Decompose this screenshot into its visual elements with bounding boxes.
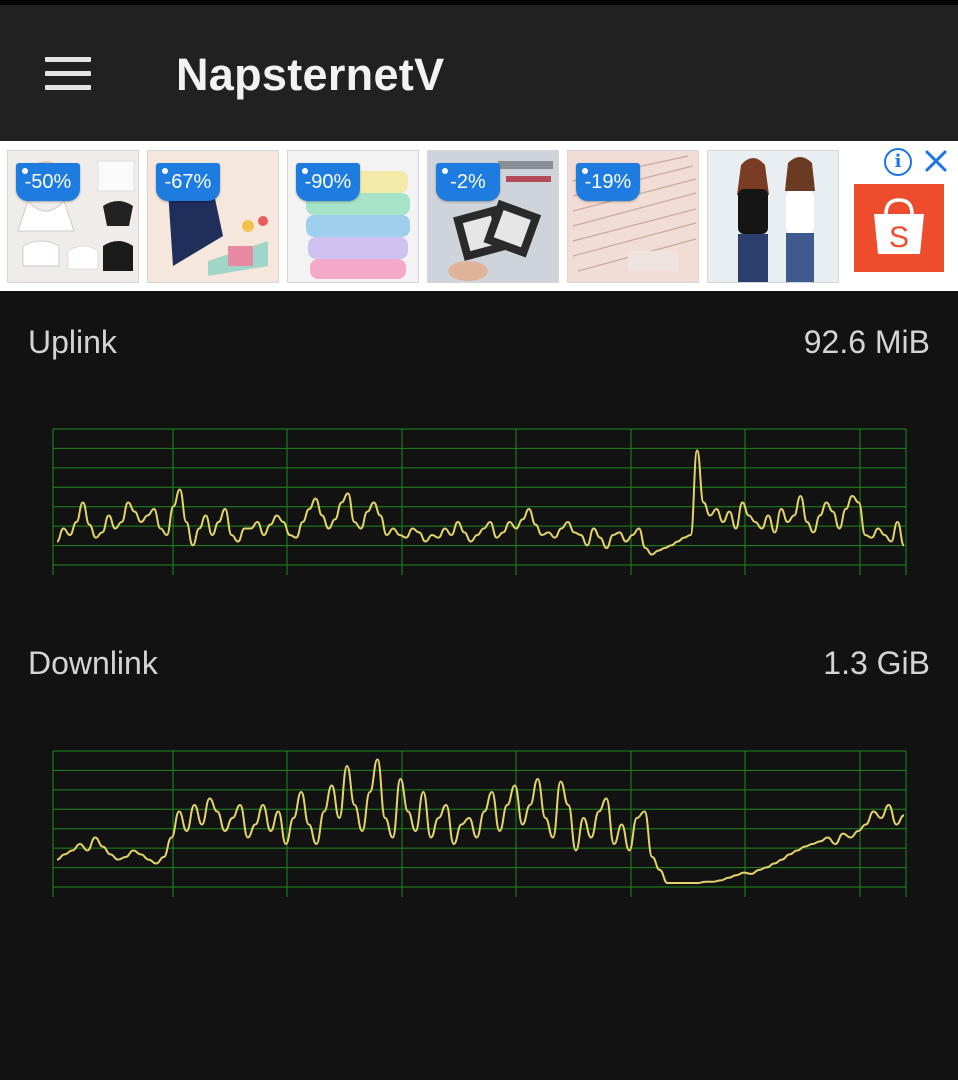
- uplink-label: Uplink: [28, 324, 117, 360]
- downlink-graph: [52, 750, 907, 897]
- ad-banner[interactable]: -50% -67% -90% -2% -19% i S: [0, 141, 958, 291]
- downlink-grid: [52, 750, 907, 897]
- uplink-series-line: [56, 449, 905, 556]
- discount-tag: -90%: [296, 163, 360, 201]
- ad-product-tile[interactable]: [707, 150, 839, 283]
- shopee-logo[interactable]: S: [854, 184, 944, 272]
- app-title: NapsternetV: [176, 49, 445, 100]
- ad-product-tile[interactable]: -50%: [7, 150, 139, 283]
- downlink-value: 1.3 GiB: [823, 645, 930, 681]
- discount-tag: -19%: [576, 163, 640, 201]
- downlink-series-line: [56, 758, 905, 884]
- uplink-value: 92.6 MiB: [803, 324, 930, 360]
- ad-product-tile[interactable]: -19%: [567, 150, 699, 283]
- hamburger-menu-icon[interactable]: [40, 53, 96, 95]
- shopping-bag-icon: S: [874, 198, 924, 254]
- ad-product-tile[interactable]: -2%: [427, 150, 559, 283]
- uplink-graph: [52, 428, 907, 575]
- app-bar: NapsternetV: [0, 0, 958, 141]
- ad-product-tile[interactable]: -90%: [287, 150, 419, 283]
- discount-tag: -67%: [156, 163, 220, 201]
- discount-tag: -2%: [436, 163, 500, 201]
- ad-close-icon[interactable]: [920, 145, 952, 177]
- uplink-grid: [52, 428, 907, 575]
- shopee-logo-letter: S: [889, 221, 909, 254]
- ad-product-tile[interactable]: -67%: [147, 150, 279, 283]
- downlink-label: Downlink: [28, 645, 158, 681]
- ad-info-icon[interactable]: i: [884, 148, 912, 176]
- discount-tag: -50%: [16, 163, 80, 201]
- product-image-models: [708, 151, 838, 282]
